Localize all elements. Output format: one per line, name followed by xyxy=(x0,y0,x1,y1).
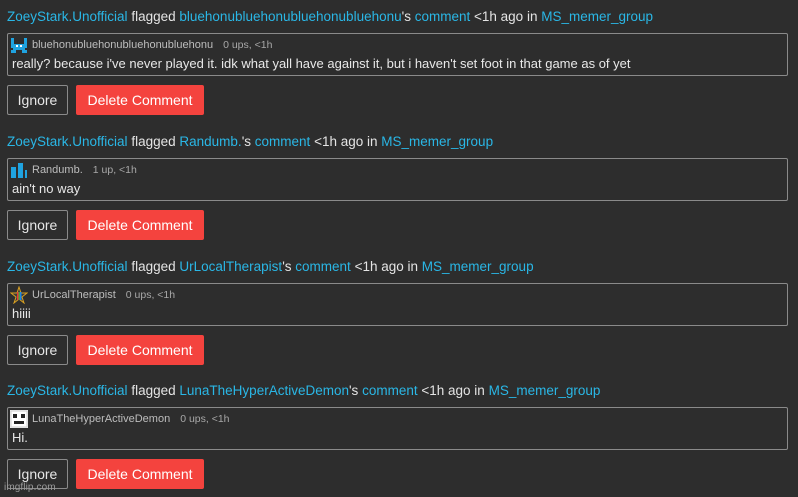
comment-text: hiiii xyxy=(12,306,31,321)
flagger-link[interactable]: ZoeyStark.Unofficial xyxy=(7,259,128,274)
flagged-comment-box: Randumb. 1 up, <1h ain't no way xyxy=(7,158,788,201)
comment-link[interactable]: comment xyxy=(362,383,418,398)
author-link[interactable]: LunaTheHyperActiveDemon xyxy=(179,383,349,398)
possessive-suffix: 's xyxy=(348,383,359,398)
comment-text: really? because i've never played it. id… xyxy=(12,56,631,71)
comment-meta: Randumb. 1 up, <1h xyxy=(10,161,137,179)
possessive-suffix: 's xyxy=(401,9,411,24)
ignore-button[interactable]: Ignore xyxy=(7,85,68,115)
possessive-suffix: 's xyxy=(241,134,252,149)
flag-summary-line: ZoeyStark.Unofficial flagged bluehonublu… xyxy=(7,9,787,25)
group-link[interactable]: MS_memer_group xyxy=(489,383,601,398)
time-label: <1h ago in xyxy=(354,259,419,274)
blue-bars-avatar-icon[interactable] xyxy=(10,161,28,179)
blue-creature-avatar-icon[interactable] xyxy=(10,36,28,54)
comment-stats: 0 ups, <1h xyxy=(125,289,176,301)
delete-comment-button[interactable]: Delete Comment xyxy=(76,459,204,489)
time-label: <1h ago in xyxy=(474,9,538,24)
flagged-label: flagged xyxy=(131,383,176,398)
comment-link[interactable]: comment xyxy=(295,259,351,274)
flag-item: ZoeyStark.Unofficial flagged UrLocalTher… xyxy=(7,259,788,365)
delete-comment-button[interactable]: Delete Comment xyxy=(76,85,204,115)
author-link[interactable]: bluehonubluehonubluehonubluehonu xyxy=(179,9,401,24)
imgflip-watermark: imgflip.com xyxy=(4,482,56,493)
flagger-link[interactable]: ZoeyStark.Unofficial xyxy=(7,383,128,398)
comment-link[interactable]: comment xyxy=(255,134,311,149)
flag-item: ZoeyStark.Unofficial flagged LunaTheHype… xyxy=(7,383,788,489)
flagger-link[interactable]: ZoeyStark.Unofficial xyxy=(7,9,128,24)
delete-comment-button[interactable]: Delete Comment xyxy=(76,210,204,240)
time-label: <1h ago in xyxy=(314,134,378,149)
comment-link[interactable]: comment xyxy=(415,9,471,24)
comment-meta: LunaTheHyperActiveDemon 0 ups, <1h xyxy=(10,410,230,428)
comment-text: Hi. xyxy=(12,430,28,445)
flag-summary-line: ZoeyStark.Unofficial flagged Randumb.'s … xyxy=(7,134,787,150)
flag-item: ZoeyStark.Unofficial flagged bluehonublu… xyxy=(7,9,788,115)
group-link[interactable]: MS_memer_group xyxy=(541,9,653,24)
flag-summary-line: ZoeyStark.Unofficial flagged LunaTheHype… xyxy=(7,383,787,399)
flagged-comment-box: LunaTheHyperActiveDemon 0 ups, <1h Hi. xyxy=(7,407,788,450)
author-link[interactable]: Randumb. xyxy=(179,134,241,149)
comment-username[interactable]: LunaTheHyperActiveDemon xyxy=(32,413,170,425)
ignore-button[interactable]: Ignore xyxy=(7,335,68,365)
flag-item: ZoeyStark.Unofficial flagged Randumb.'s … xyxy=(7,134,788,240)
moderation-flag-queue: { "flags": [ { "flagger": "ZoeyStark.Uno… xyxy=(0,0,798,497)
comment-meta: UrLocalTherapist 0 ups, <1h xyxy=(10,286,175,304)
ignore-button[interactable]: Ignore xyxy=(7,210,68,240)
comment-stats: 1 up, <1h xyxy=(92,164,137,176)
delete-comment-button[interactable]: Delete Comment xyxy=(76,335,204,365)
time-label: <1h ago in xyxy=(421,383,485,398)
comment-stats: 0 ups, <1h xyxy=(223,39,273,51)
flagged-label: flagged xyxy=(131,9,176,24)
comment-username[interactable]: UrLocalTherapist xyxy=(32,289,116,301)
comment-stats: 0 ups, <1h xyxy=(180,413,230,425)
flagged-comment-box: UrLocalTherapist 0 ups, <1h hiiii xyxy=(7,283,788,326)
flagged-comment-box: bluehonubluehonubluehonubluehonu 0 ups, … xyxy=(7,33,788,76)
pixel-face-avatar-icon[interactable] xyxy=(10,410,28,428)
flagged-label: flagged xyxy=(131,134,176,149)
comment-username[interactable]: Randumb. xyxy=(32,164,83,176)
author-link[interactable]: UrLocalTherapist xyxy=(179,259,282,274)
group-link[interactable]: MS_memer_group xyxy=(422,259,534,274)
comment-text: ain't no way xyxy=(12,181,81,196)
flag-summary-line: ZoeyStark.Unofficial flagged UrLocalTher… xyxy=(7,259,787,275)
flagger-link[interactable]: ZoeyStark.Unofficial xyxy=(7,134,128,149)
comment-meta: bluehonubluehonubluehonubluehonu 0 ups, … xyxy=(10,36,272,54)
rainbow-star-avatar-icon[interactable] xyxy=(10,286,28,304)
possessive-suffix: 's xyxy=(282,259,292,274)
comment-username[interactable]: bluehonubluehonubluehonubluehonu xyxy=(32,39,213,51)
flagged-label: flagged xyxy=(131,259,176,274)
group-link[interactable]: MS_memer_group xyxy=(381,134,493,149)
